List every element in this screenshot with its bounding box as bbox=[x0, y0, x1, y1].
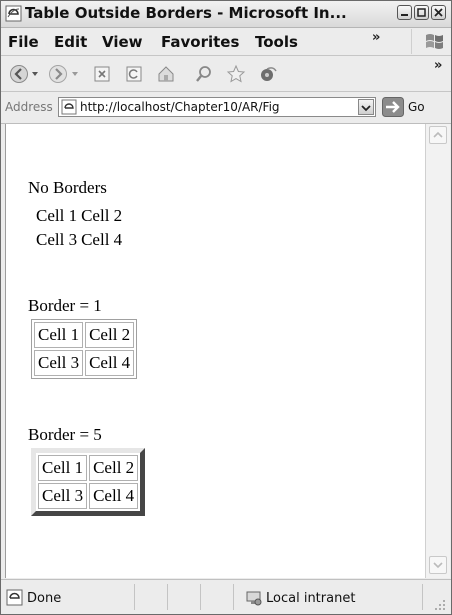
forward-icon[interactable] bbox=[48, 64, 68, 84]
status-divider bbox=[134, 584, 135, 610]
status-divider bbox=[167, 584, 168, 610]
menu-edit[interactable]: Edit bbox=[54, 33, 87, 51]
table-row: Cell 3 Cell 4 bbox=[35, 229, 123, 251]
ie-page-icon bbox=[5, 5, 22, 22]
page-content: No Borders Cell 1 Cell 2 Cell 3 Cell 4 B… bbox=[5, 124, 426, 578]
zone-text: Local intranet bbox=[266, 591, 356, 606]
table-row: Cell 3 Cell 4 bbox=[34, 350, 135, 376]
page-done-icon bbox=[6, 589, 23, 606]
status-divider bbox=[200, 584, 201, 610]
address-label: Address bbox=[5, 100, 53, 114]
minimize-icon bbox=[401, 14, 408, 16]
table-no-borders: Cell 1 Cell 2 Cell 3 Cell 4 bbox=[33, 203, 125, 253]
table-cell: Cell 2 bbox=[89, 455, 139, 481]
scroll-down-button[interactable] bbox=[429, 556, 447, 574]
heading-border-1: Border = 1 bbox=[28, 296, 102, 315]
table-row: Cell 3 Cell 4 bbox=[38, 483, 139, 509]
media-icon[interactable] bbox=[258, 64, 278, 84]
scroll-up-button[interactable] bbox=[429, 126, 447, 144]
status-bar: Done Local intranet bbox=[1, 579, 451, 614]
table-row: Cell 1 Cell 2 bbox=[38, 455, 139, 481]
table-cell: Cell 1 bbox=[38, 455, 88, 481]
table-row: Cell 1 Cell 2 bbox=[34, 322, 135, 348]
table-border-5: Cell 1 Cell 2 Cell 3 Cell 4 bbox=[31, 448, 146, 516]
table-cell: Cell 4 bbox=[85, 350, 135, 376]
go-button[interactable]: Go bbox=[408, 100, 425, 114]
table-cell: Cell 4 bbox=[89, 483, 139, 509]
heading-border-5: Border = 5 bbox=[28, 425, 102, 444]
close-button[interactable] bbox=[431, 5, 446, 20]
title-bar: Table Outside Borders - Microsoft In... bbox=[1, 1, 451, 28]
maximize-button[interactable] bbox=[414, 5, 429, 20]
table-cell: Cell 1 bbox=[34, 322, 84, 348]
refresh-icon[interactable] bbox=[124, 64, 144, 84]
browser-window: Table Outside Borders - Microsoft In... … bbox=[0, 0, 452, 615]
chevron-up-icon bbox=[433, 131, 443, 138]
status-divider bbox=[233, 584, 234, 610]
address-url: http://localhost/Chapter10/AR/Fig bbox=[80, 100, 280, 114]
window-title: Table Outside Borders - Microsoft In... bbox=[25, 4, 347, 22]
toolbar: » bbox=[1, 56, 451, 92]
chevron-down-icon bbox=[433, 562, 443, 569]
back-icon[interactable] bbox=[9, 64, 29, 84]
search-icon[interactable] bbox=[194, 64, 214, 84]
menu-view[interactable]: View bbox=[102, 33, 143, 51]
page-icon bbox=[61, 99, 77, 115]
minimize-button[interactable] bbox=[397, 5, 412, 20]
back-dropdown-icon[interactable] bbox=[32, 72, 38, 76]
address-dropdown-button[interactable] bbox=[358, 99, 374, 115]
menu-favorites[interactable]: Favorites bbox=[161, 33, 239, 51]
windows-logo-icon bbox=[411, 29, 443, 54]
close-icon bbox=[434, 8, 443, 17]
table-cell: Cell 3 bbox=[38, 483, 88, 509]
home-icon[interactable] bbox=[156, 64, 176, 84]
resize-grip-icon[interactable] bbox=[433, 598, 447, 612]
table-cell: Cell 1 bbox=[36, 206, 78, 225]
table-cell: Cell 2 bbox=[85, 322, 135, 348]
table-cell: Cell 4 bbox=[81, 230, 123, 249]
heading-no-borders: No Borders bbox=[28, 178, 107, 197]
favorites-icon[interactable] bbox=[226, 64, 246, 84]
maximize-icon bbox=[417, 8, 426, 17]
table-border-1: Cell 1 Cell 2 Cell 3 Cell 4 bbox=[31, 319, 138, 379]
forward-dropdown-icon[interactable] bbox=[72, 72, 78, 76]
menu-bar: File Edit View Favorites Tools » bbox=[1, 28, 451, 56]
status-text: Done bbox=[27, 591, 62, 606]
chevron-down-icon bbox=[361, 105, 371, 112]
table-cell: Cell 3 bbox=[34, 350, 84, 376]
intranet-zone-icon bbox=[246, 591, 262, 606]
stop-icon[interactable] bbox=[92, 64, 112, 84]
go-arrow-icon[interactable] bbox=[382, 97, 404, 117]
table-cell: Cell 2 bbox=[81, 206, 123, 225]
table-cell: Cell 3 bbox=[36, 230, 78, 249]
table-row: Cell 1 Cell 2 bbox=[35, 205, 123, 227]
address-input[interactable]: http://localhost/Chapter10/AR/Fig bbox=[58, 97, 376, 117]
menu-file[interactable]: File bbox=[8, 33, 39, 51]
toolbar-overflow-chevron[interactable]: » bbox=[434, 58, 442, 73]
vertical-scrollbar[interactable] bbox=[425, 124, 450, 578]
menu-overflow-chevron[interactable]: » bbox=[372, 30, 380, 45]
status-divider bbox=[422, 584, 423, 610]
address-bar: Address http://localhost/Chapter10/AR/Fi… bbox=[1, 92, 451, 124]
menu-tools[interactable]: Tools bbox=[255, 33, 298, 51]
